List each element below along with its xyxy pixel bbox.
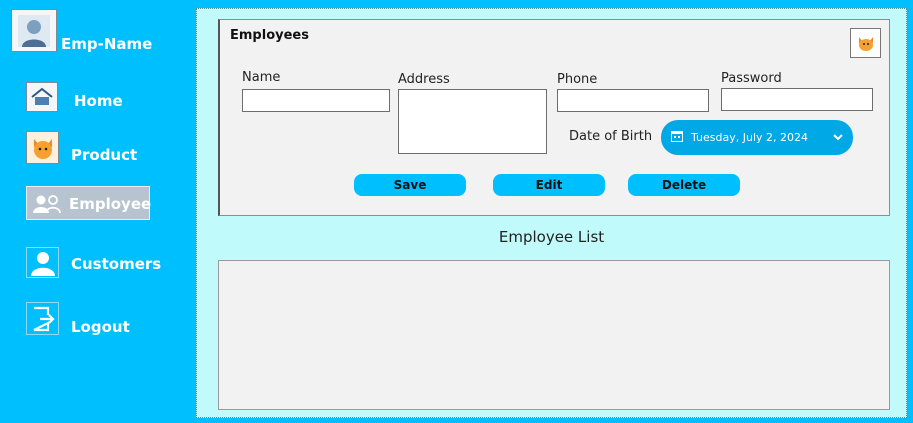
sidebar-item-customers[interactable]: Customers [71,255,161,273]
phone-field[interactable] [557,89,709,112]
save-button[interactable]: Save [354,174,466,196]
address-field[interactable] [398,89,547,154]
password-field[interactable] [721,88,873,111]
edit-button[interactable]: Edit [493,174,605,196]
name-field[interactable] [242,89,390,112]
address-label: Address [398,72,450,87]
sidebar-item-product[interactable]: Product [71,146,137,164]
cat-icon[interactable] [850,28,881,58]
name-label: Name [242,70,281,85]
logout-icon[interactable] [26,302,59,335]
user-avatar-icon [11,9,57,52]
employee-list-grid[interactable] [218,260,890,410]
sidebar-item-label: Employee [69,195,152,213]
home-icon[interactable] [26,82,58,112]
employee-list-title: Employee List [498,228,605,246]
form-title: Employees [230,28,309,43]
sidebar-item-home[interactable]: Home [74,92,123,110]
date-value: Tuesday, July 2, 2024 [691,131,809,144]
main-panel: Employees Name Address Phone Password Da… [196,8,907,418]
date-of-birth-picker[interactable]: Tuesday, July 2, 2024 [661,120,853,155]
chevron-down-icon[interactable] [833,131,843,145]
delete-button[interactable]: Delete [628,174,740,196]
password-label: Password [721,71,782,86]
cat-icon[interactable] [26,131,59,164]
employee-form: Employees Name Address Phone Password Da… [218,19,890,216]
employees-icon [32,194,62,218]
sidebar-item-logout[interactable]: Logout [71,318,130,336]
customer-icon[interactable] [26,247,59,278]
phone-label: Phone [557,72,598,87]
brand-name: Emp-Name [61,35,153,53]
calendar-icon [671,130,683,145]
dob-label: Date of Birth [569,129,653,144]
sidebar-item-employee[interactable]: Employee [26,186,152,220]
